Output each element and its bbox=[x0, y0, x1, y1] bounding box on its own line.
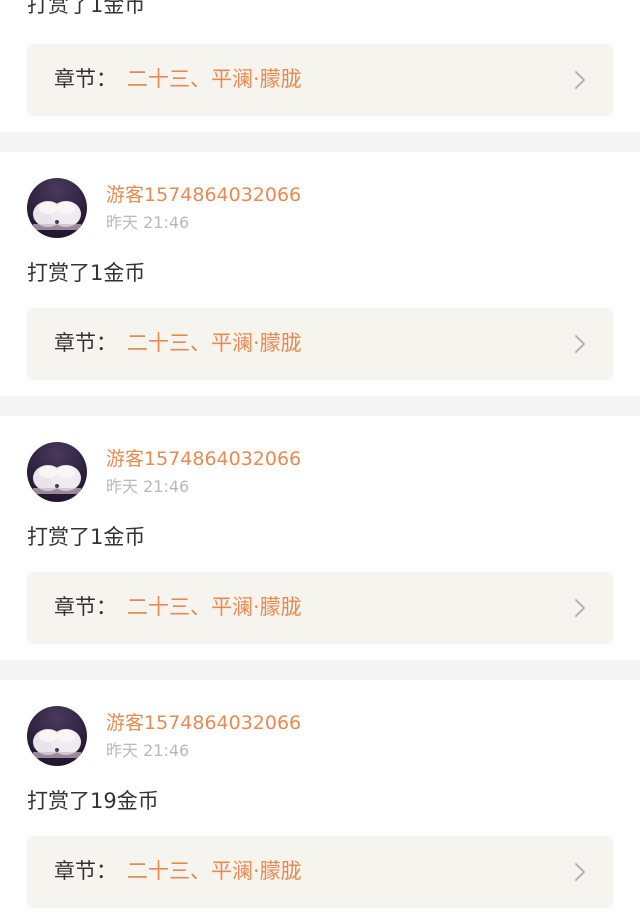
gift-text: 打赏了19金币 bbox=[27, 789, 159, 813]
chapter-link[interactable]: 章节： 二十三、平澜·朦胧 bbox=[27, 836, 613, 908]
chapter-label: 章节： bbox=[54, 331, 117, 355]
gift-text: 打赏了1金币 bbox=[27, 0, 146, 17]
timestamp: 昨天 21:46 bbox=[106, 213, 190, 232]
chapter-label: 章节： bbox=[54, 595, 117, 619]
chapter-link[interactable]: 章节： 二十三、平澜·朦胧 bbox=[27, 44, 613, 116]
avatar[interactable] bbox=[27, 706, 87, 766]
chapter-title: 二十三、平澜·朦胧 bbox=[127, 595, 302, 619]
timestamp: 昨天 21:46 bbox=[106, 741, 190, 760]
section-separator bbox=[0, 660, 640, 680]
username[interactable]: 游客1574864032066 bbox=[106, 182, 301, 208]
chapter-link[interactable]: 章节： 二十三、平澜·朦胧 bbox=[27, 308, 613, 380]
chevron-right-icon bbox=[575, 71, 585, 89]
reward-entry-partial: 打赏了1金币 章节： 二十三、平澜·朦胧 bbox=[0, 0, 640, 132]
reward-entry: 游客1574864032066 昨天 21:46 打赏了1金币 章节： 二十三、… bbox=[0, 416, 640, 660]
section-separator bbox=[0, 396, 640, 416]
timestamp: 昨天 21:46 bbox=[106, 477, 190, 496]
avatar[interactable] bbox=[27, 178, 87, 238]
reward-entry: 游客1574864032066 昨天 21:46 打赏了19金币 章节： 二十三… bbox=[0, 680, 640, 917]
chapter-title: 二十三、平澜·朦胧 bbox=[127, 859, 302, 883]
chevron-right-icon bbox=[575, 335, 585, 353]
chapter-label: 章节： bbox=[54, 67, 117, 91]
username[interactable]: 游客1574864032066 bbox=[106, 446, 301, 472]
chapter-label: 章节： bbox=[54, 859, 117, 883]
section-separator bbox=[0, 132, 640, 152]
gift-text: 打赏了1金币 bbox=[27, 525, 146, 549]
chapter-title: 二十三、平澜·朦胧 bbox=[127, 331, 302, 355]
avatar[interactable] bbox=[27, 442, 87, 502]
username[interactable]: 游客1574864032066 bbox=[106, 710, 301, 736]
reward-feed: 打赏了1金币 章节： 二十三、平澜·朦胧 游客1574864032066 昨天 … bbox=[0, 0, 640, 917]
chevron-right-icon bbox=[575, 863, 585, 881]
reward-entry: 游客1574864032066 昨天 21:46 打赏了1金币 章节： 二十三、… bbox=[0, 152, 640, 396]
gift-text: 打赏了1金币 bbox=[27, 261, 146, 285]
chapter-title: 二十三、平澜·朦胧 bbox=[127, 67, 302, 91]
chapter-link[interactable]: 章节： 二十三、平澜·朦胧 bbox=[27, 572, 613, 644]
chevron-right-icon bbox=[575, 599, 585, 617]
